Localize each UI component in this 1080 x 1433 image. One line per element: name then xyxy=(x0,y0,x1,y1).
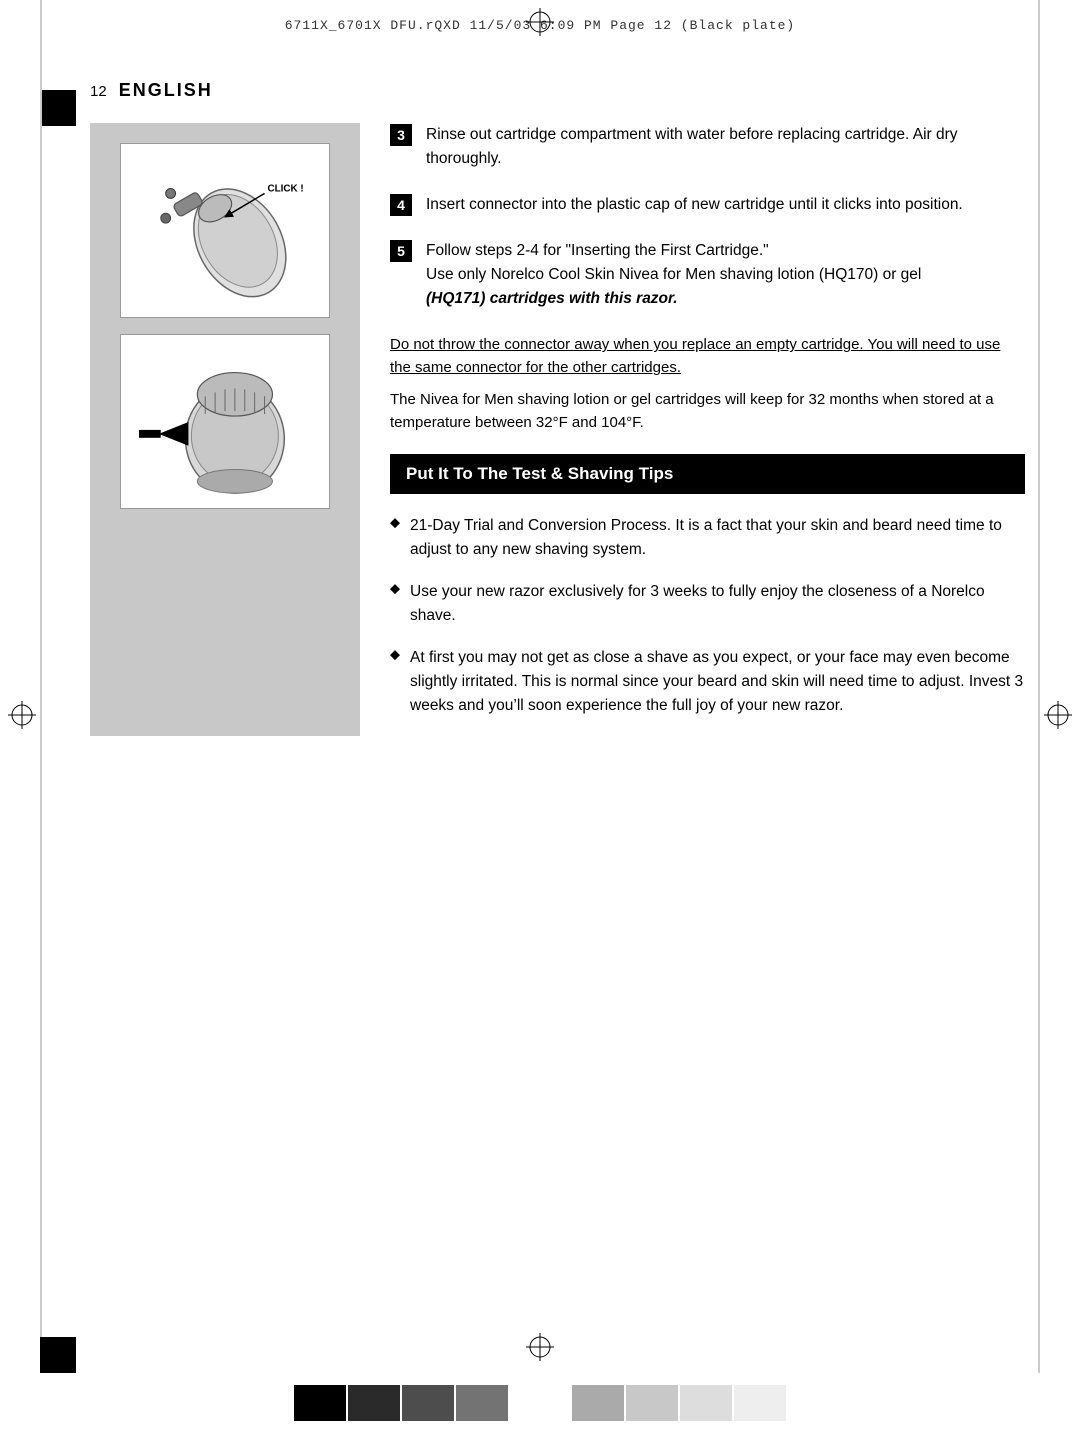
section-banner: Put It To The Test & Shaving Tips xyxy=(390,454,1025,494)
bullet-icon xyxy=(390,584,400,594)
regular-note: The Nivea for Men shaving lotion or gel … xyxy=(390,391,994,431)
right-sidebar-line xyxy=(1038,0,1040,1373)
left-column: CLICK ! xyxy=(90,123,360,736)
step-3: 3 Rinse out cartridge compartment with w… xyxy=(390,123,1025,171)
color-block-2 xyxy=(348,1385,400,1421)
bullet-text-1: 21-Day Trial and Conversion Process. It … xyxy=(410,514,1025,562)
list-item: 21-Day Trial and Conversion Process. It … xyxy=(390,514,1025,562)
list-item: At first you may not get as close a shav… xyxy=(390,646,1025,718)
reg-square-top-left xyxy=(40,90,76,126)
reg-square-bottom-left xyxy=(40,1337,76,1373)
page-number: 12 xyxy=(90,83,107,100)
section-header: 12 ENGLISH xyxy=(90,80,1025,101)
step-5-text: Follow steps 2-4 for "Inserting the Firs… xyxy=(426,239,921,311)
color-block-5 xyxy=(572,1385,624,1421)
underlined-note: Do not throw the connector away when you… xyxy=(390,333,1025,380)
bullet-text-3: At first you may not get as close a shav… xyxy=(410,646,1025,718)
step-3-text: Rinse out cartridge compartment with wat… xyxy=(426,123,1025,171)
bullet-list: 21-Day Trial and Conversion Process. It … xyxy=(390,514,1025,718)
bullet-icon xyxy=(390,650,400,660)
content-columns: CLICK ! xyxy=(90,123,1025,736)
crosshair-top xyxy=(526,8,554,40)
step-4-number: 4 xyxy=(390,194,412,216)
color-block-1 xyxy=(294,1385,346,1421)
list-item: Use your new razor exclusively for 3 wee… xyxy=(390,580,1025,628)
color-blocks xyxy=(294,1385,786,1421)
section-title: ENGLISH xyxy=(119,80,213,101)
bullet-icon xyxy=(390,518,400,528)
image-razor-click: CLICK ! xyxy=(120,143,330,318)
color-block-4 xyxy=(456,1385,508,1421)
crosshair-right xyxy=(1044,701,1072,733)
step-4-text: Insert connector into the plastic cap of… xyxy=(426,193,963,217)
color-block-3 xyxy=(402,1385,454,1421)
color-block-7 xyxy=(680,1385,732,1421)
step-3-number: 3 xyxy=(390,124,412,146)
crosshair-left xyxy=(8,701,36,733)
bottom-color-bar xyxy=(0,1373,1080,1433)
color-block-gap xyxy=(510,1385,570,1421)
bullet-text-2: Use your new razor exclusively for 3 wee… xyxy=(410,580,1025,628)
color-block-6 xyxy=(626,1385,678,1421)
step-5-number: 5 xyxy=(390,240,412,262)
left-sidebar-line xyxy=(40,0,42,1373)
color-block-8 xyxy=(734,1385,786,1421)
step-4: 4 Insert connector into the plastic cap … xyxy=(390,193,1025,217)
image-razor-insert xyxy=(120,334,330,509)
main-content: 12 ENGLISH xyxy=(90,60,1025,1353)
svg-text:CLICK !: CLICK ! xyxy=(268,183,304,194)
step-5: 5 Follow steps 2-4 for "Inserting the Fi… xyxy=(390,239,1025,311)
right-column: 3 Rinse out cartridge compartment with w… xyxy=(360,123,1025,736)
step-5-bold: (HQ171) cartridges with this razor. xyxy=(426,290,678,307)
